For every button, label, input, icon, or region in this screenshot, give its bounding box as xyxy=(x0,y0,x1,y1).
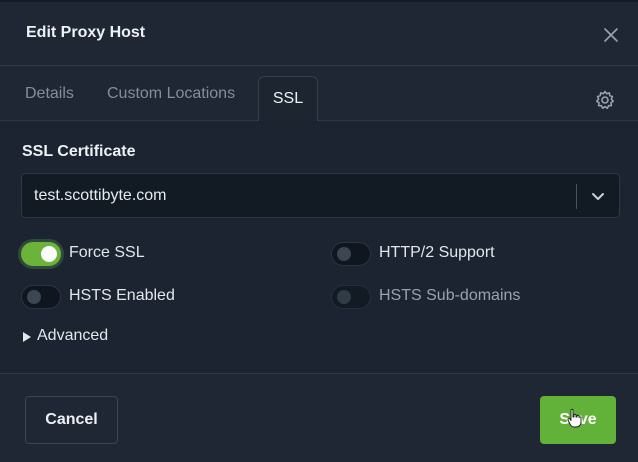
ssl-tab-panel: SSL Certificate test.scottibyte.com Forc… xyxy=(0,121,638,373)
cancel-button[interactable]: Cancel xyxy=(25,396,118,444)
ssl-certificate-select[interactable]: test.scottibyte.com xyxy=(21,173,620,218)
ssl-certificate-value: test.scottibyte.com xyxy=(34,187,167,204)
hsts-enabled-switch[interactable] xyxy=(21,285,61,309)
tab-bar: Details Custom Locations SSL xyxy=(0,66,638,122)
tab-custom-locations[interactable]: Custom Locations xyxy=(107,66,235,121)
switch-knob xyxy=(41,246,57,262)
advanced-disclosure[interactable]: Advanced xyxy=(22,327,132,347)
hsts-subdomains-switch[interactable] xyxy=(331,285,371,309)
force-ssl-switch[interactable] xyxy=(21,242,61,266)
dialog-title: Edit Proxy Host xyxy=(26,24,146,41)
tab-details[interactable]: Details xyxy=(25,66,74,121)
hsts-enabled-label: HSTS Enabled xyxy=(69,287,175,304)
advanced-label: Advanced xyxy=(37,327,109,344)
ssl-certificate-label: SSL Certificate xyxy=(22,143,136,160)
close-button[interactable] xyxy=(598,22,624,48)
select-divider xyxy=(576,184,577,209)
http2-support-switch[interactable] xyxy=(331,242,371,266)
hsts-subdomains-label: HSTS Sub-domains xyxy=(379,287,521,304)
close-icon xyxy=(604,28,618,42)
force-ssl-label: Force SSL xyxy=(69,244,145,261)
dialog-header: Edit Proxy Host xyxy=(0,2,638,66)
settings-button[interactable] xyxy=(592,87,618,113)
switch-knob xyxy=(337,247,351,261)
dialog-footer: Cancel Save xyxy=(0,373,638,462)
save-button[interactable]: Save xyxy=(540,396,616,444)
caret-right-icon xyxy=(23,332,31,342)
switch-knob xyxy=(27,290,41,304)
force-ssl-toggle[interactable]: Force SSL xyxy=(21,242,221,270)
chevron-down-icon[interactable] xyxy=(588,186,608,206)
hsts-enabled-toggle[interactable]: HSTS Enabled xyxy=(21,285,221,313)
http2-support-toggle[interactable]: HTTP/2 Support xyxy=(331,242,531,270)
edit-proxy-host-dialog: Edit Proxy Host Details Custom Locations… xyxy=(0,0,638,462)
http2-support-label: HTTP/2 Support xyxy=(379,244,495,261)
hsts-subdomains-toggle[interactable]: HSTS Sub-domains xyxy=(331,285,551,313)
gear-icon xyxy=(596,90,614,109)
switch-knob xyxy=(337,290,351,304)
tab-ssl[interactable]: SSL xyxy=(258,76,318,122)
